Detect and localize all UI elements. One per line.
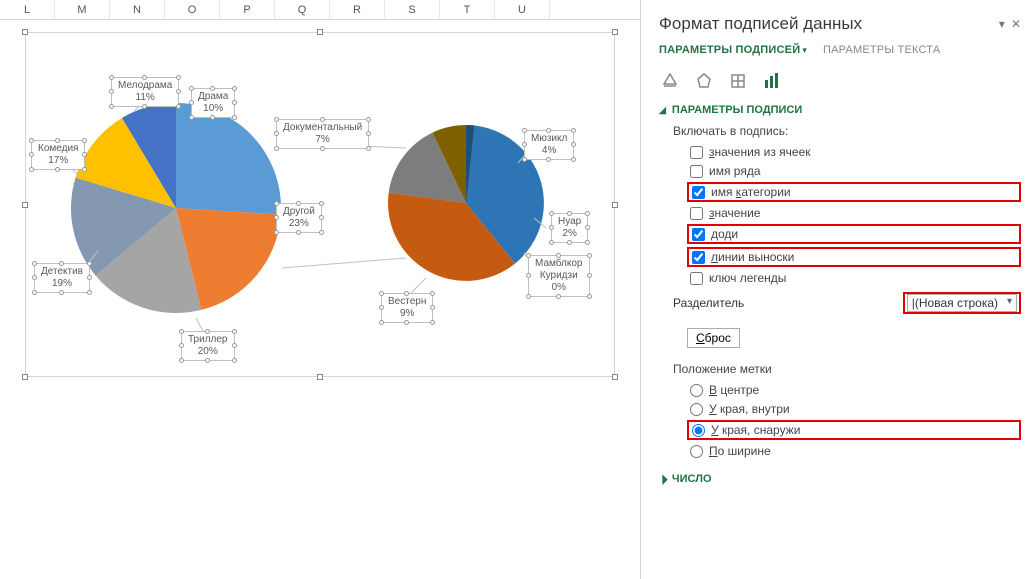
fill-icon[interactable] bbox=[661, 72, 679, 90]
position-label: Положение метки bbox=[673, 362, 1021, 376]
section-number[interactable]: ◢ЧИСЛО bbox=[659, 473, 1021, 485]
check-percent[interactable]: доди bbox=[687, 224, 1021, 244]
label-noir[interactable]: Нуар2% bbox=[551, 213, 588, 243]
radio-outside-end[interactable]: У края, снаружи bbox=[687, 420, 1021, 440]
tab-label-options[interactable]: ПАРАМЕТРЫ ПОДПИСЕЙ▾ bbox=[659, 44, 807, 60]
pane-dropdown-icon[interactable]: ▾ bbox=[999, 17, 1005, 31]
radio-best-fit[interactable]: По ширине bbox=[687, 443, 1021, 459]
pane-title: Формат подписей данных bbox=[659, 14, 862, 34]
pane-close-icon[interactable]: ✕ bbox=[1011, 17, 1021, 31]
check-legend-key[interactable]: ключ легенды bbox=[687, 270, 1021, 286]
col-N[interactable]: N bbox=[110, 0, 165, 19]
check-cell-values[interactable]: значения из ячеек bbox=[687, 144, 1021, 160]
effects-icon[interactable] bbox=[695, 72, 713, 90]
label-other[interactable]: Другой23% bbox=[276, 203, 322, 233]
label-comedy[interactable]: Комедия17% bbox=[31, 140, 85, 170]
tab-text-options[interactable]: ПАРАМЕТРЫ ТЕКСТА bbox=[823, 44, 940, 60]
pie-of-pie-chart[interactable]: Мелодрама11% Драма10% Комедия17% Детекти… bbox=[25, 32, 615, 377]
label-detective[interactable]: Детектив19% bbox=[34, 263, 90, 293]
label-drama[interactable]: Драма10% bbox=[191, 88, 235, 118]
check-series-name[interactable]: имя ряда bbox=[687, 163, 1021, 179]
reset-button[interactable]: Сброс bbox=[687, 328, 740, 348]
label-melodrama[interactable]: Мелодрама11% bbox=[111, 77, 179, 107]
label-documentary[interactable]: Документальный7% bbox=[276, 119, 369, 149]
radio-center[interactable]: В центре bbox=[687, 382, 1021, 398]
separator-label: Разделитель bbox=[673, 296, 744, 310]
size-icon[interactable] bbox=[729, 72, 747, 90]
col-S[interactable]: S bbox=[385, 0, 440, 19]
col-L[interactable]: L bbox=[0, 0, 55, 19]
radio-inside-end[interactable]: У края, внутри bbox=[687, 401, 1021, 417]
label-thriller[interactable]: Триллер20% bbox=[181, 331, 235, 361]
col-Q[interactable]: Q bbox=[275, 0, 330, 19]
col-U[interactable]: U bbox=[495, 0, 550, 19]
col-T[interactable]: T bbox=[440, 0, 495, 19]
label-western[interactable]: Вестерн9% bbox=[381, 293, 433, 323]
col-O[interactable]: O bbox=[165, 0, 220, 19]
col-P[interactable]: P bbox=[220, 0, 275, 19]
label-mumblecore[interactable]: Мамблкор Куридзи 0% bbox=[528, 255, 590, 297]
separator-select[interactable]: |(Новая строка) bbox=[907, 294, 1017, 312]
section-label-options[interactable]: ◢ПАРАМЕТРЫ ПОДПИСИ bbox=[659, 104, 1021, 116]
check-category-name[interactable]: имя категории bbox=[687, 182, 1021, 202]
chart-options-icon[interactable] bbox=[763, 72, 781, 90]
col-R[interactable]: R bbox=[330, 0, 385, 19]
include-in-label: Включать в подпись: bbox=[673, 124, 1021, 138]
label-musical[interactable]: Мюзикл4% bbox=[524, 130, 574, 160]
check-leader-lines[interactable]: линии выноски bbox=[687, 247, 1021, 267]
check-value[interactable]: значение bbox=[687, 205, 1021, 221]
format-data-labels-pane: Формат подписей данных ▾ ✕ ПАРАМЕТРЫ ПОД… bbox=[640, 0, 1035, 579]
col-M[interactable]: M bbox=[55, 0, 110, 19]
